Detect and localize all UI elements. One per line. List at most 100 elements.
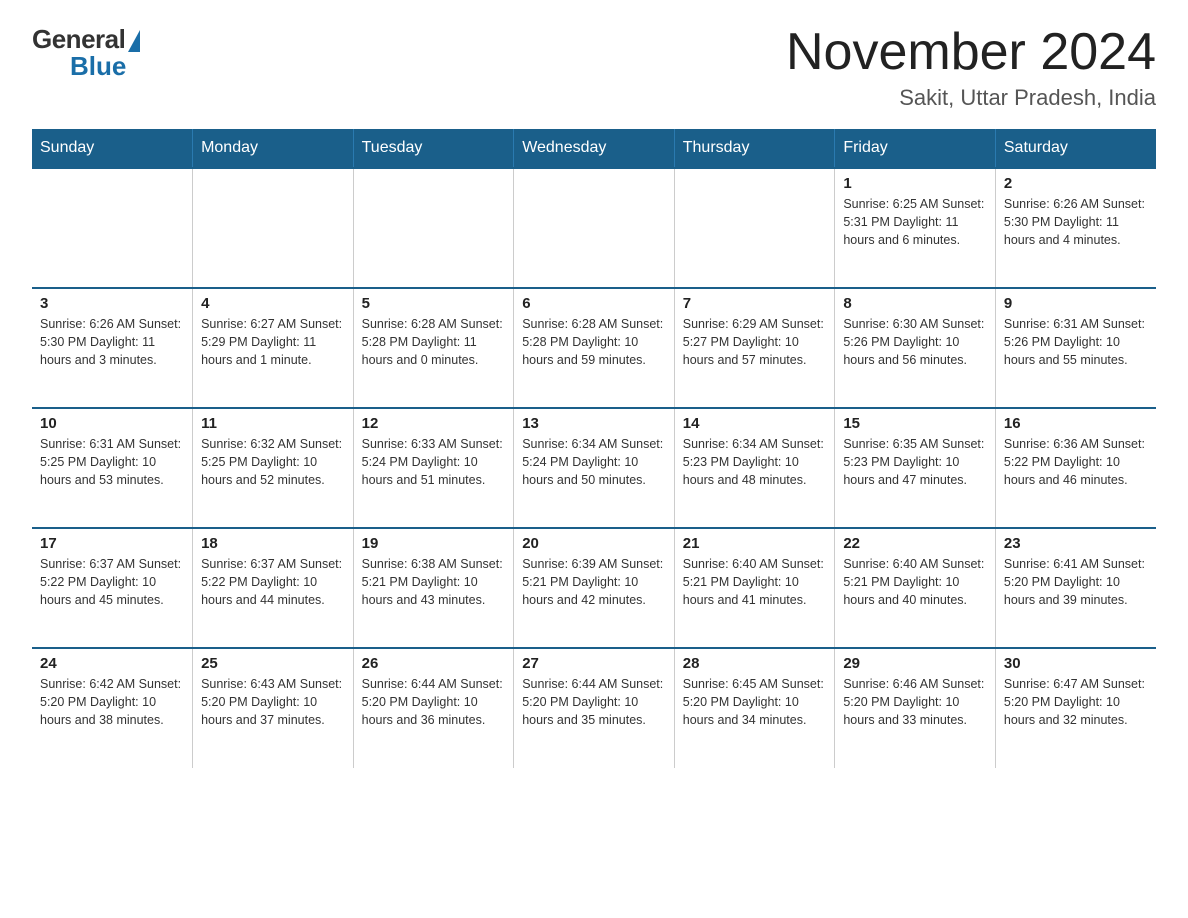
calendar-cell: 8 Sunrise: 6:30 AM Sunset: 5:26 PM Daylig… xyxy=(835,288,996,408)
day-info: Sunrise: 6:31 AM Sunset: 5:26 PM Dayligh… xyxy=(1004,315,1148,369)
day-info: Sunrise: 6:44 AM Sunset: 5:20 PM Dayligh… xyxy=(362,675,506,729)
day-info: Sunrise: 6:32 AM Sunset: 5:25 PM Dayligh… xyxy=(201,435,345,489)
day-number: 4 xyxy=(201,295,345,312)
calendar-cell xyxy=(353,168,514,288)
calendar-cell: 6 Sunrise: 6:28 AM Sunset: 5:28 PM Daylig… xyxy=(514,288,675,408)
day-info: Sunrise: 6:26 AM Sunset: 5:30 PM Dayligh… xyxy=(1004,195,1148,249)
day-number: 19 xyxy=(362,535,506,552)
day-info: Sunrise: 6:43 AM Sunset: 5:20 PM Dayligh… xyxy=(201,675,345,729)
calendar-cell: 2 Sunrise: 6:26 AM Sunset: 5:30 PM Daylig… xyxy=(995,168,1156,288)
day-number: 28 xyxy=(683,655,827,672)
calendar-table: SundayMondayTuesdayWednesdayThursdayFrid… xyxy=(32,129,1156,768)
day-number: 10 xyxy=(40,415,184,432)
calendar-header-row: SundayMondayTuesdayWednesdayThursdayFrid… xyxy=(32,129,1156,168)
header-tuesday: Tuesday xyxy=(353,129,514,168)
calendar-week-row: 1 Sunrise: 6:25 AM Sunset: 5:31 PM Daylig… xyxy=(32,168,1156,288)
calendar-cell: 13 Sunrise: 6:34 AM Sunset: 5:24 PM Dayli… xyxy=(514,408,675,528)
day-number: 20 xyxy=(522,535,666,552)
calendar-cell: 14 Sunrise: 6:34 AM Sunset: 5:23 PM Dayli… xyxy=(674,408,835,528)
day-info: Sunrise: 6:47 AM Sunset: 5:20 PM Dayligh… xyxy=(1004,675,1148,729)
day-number: 29 xyxy=(843,655,987,672)
header-saturday: Saturday xyxy=(995,129,1156,168)
day-info: Sunrise: 6:40 AM Sunset: 5:21 PM Dayligh… xyxy=(683,555,827,609)
month-year-title: November 2024 xyxy=(786,24,1156,81)
calendar-cell: 30 Sunrise: 6:47 AM Sunset: 5:20 PM Dayli… xyxy=(995,648,1156,768)
calendar-cell: 20Sunrise: 6:39 AM Sunset: 5:21 PM Dayli… xyxy=(514,528,675,648)
day-info: Sunrise: 6:45 AM Sunset: 5:20 PM Dayligh… xyxy=(683,675,827,729)
calendar-week-row: 17 Sunrise: 6:37 AM Sunset: 5:22 PM Dayli… xyxy=(32,528,1156,648)
day-number: 14 xyxy=(683,415,827,432)
day-info: Sunrise: 6:34 AM Sunset: 5:23 PM Dayligh… xyxy=(683,435,827,489)
title-block: November 2024 Sakit, Uttar Pradesh, Indi… xyxy=(786,24,1156,111)
day-number: 11 xyxy=(201,415,345,432)
day-info: Sunrise: 6:35 AM Sunset: 5:23 PM Dayligh… xyxy=(843,435,987,489)
day-info: Sunrise: 6:26 AM Sunset: 5:30 PM Dayligh… xyxy=(40,315,184,369)
day-number: 18 xyxy=(201,535,345,552)
day-info: Sunrise: 6:27 AM Sunset: 5:29 PM Dayligh… xyxy=(201,315,345,369)
calendar-cell: 26 Sunrise: 6:44 AM Sunset: 5:20 PM Dayli… xyxy=(353,648,514,768)
day-number: 8 xyxy=(843,295,987,312)
calendar-cell: 10Sunrise: 6:31 AM Sunset: 5:25 PM Dayli… xyxy=(32,408,193,528)
day-number: 7 xyxy=(683,295,827,312)
day-info: Sunrise: 6:28 AM Sunset: 5:28 PM Dayligh… xyxy=(362,315,506,369)
day-number: 5 xyxy=(362,295,506,312)
calendar-cell: 7Sunrise: 6:29 AM Sunset: 5:27 PM Daylig… xyxy=(674,288,835,408)
day-info: Sunrise: 6:46 AM Sunset: 5:20 PM Dayligh… xyxy=(843,675,987,729)
day-info: Sunrise: 6:25 AM Sunset: 5:31 PM Dayligh… xyxy=(843,195,987,249)
calendar-week-row: 3 Sunrise: 6:26 AM Sunset: 5:30 PM Daylig… xyxy=(32,288,1156,408)
calendar-cell xyxy=(674,168,835,288)
day-number: 15 xyxy=(843,415,987,432)
day-number: 9 xyxy=(1004,295,1148,312)
day-number: 21 xyxy=(683,535,827,552)
day-info: Sunrise: 6:34 AM Sunset: 5:24 PM Dayligh… xyxy=(522,435,666,489)
calendar-cell: 15 Sunrise: 6:35 AM Sunset: 5:23 PM Dayli… xyxy=(835,408,996,528)
header-thursday: Thursday xyxy=(674,129,835,168)
calendar-cell: 12Sunrise: 6:33 AM Sunset: 5:24 PM Dayli… xyxy=(353,408,514,528)
day-info: Sunrise: 6:44 AM Sunset: 5:20 PM Dayligh… xyxy=(522,675,666,729)
calendar-cell: 18 Sunrise: 6:37 AM Sunset: 5:22 PM Dayli… xyxy=(193,528,354,648)
header-sunday: Sunday xyxy=(32,129,193,168)
day-info: Sunrise: 6:36 AM Sunset: 5:22 PM Dayligh… xyxy=(1004,435,1148,489)
day-number: 22 xyxy=(843,535,987,552)
day-number: 24 xyxy=(40,655,184,672)
calendar-cell xyxy=(193,168,354,288)
day-info: Sunrise: 6:37 AM Sunset: 5:22 PM Dayligh… xyxy=(40,555,184,609)
calendar-cell: 19 Sunrise: 6:38 AM Sunset: 5:21 PM Dayli… xyxy=(353,528,514,648)
day-info: Sunrise: 6:38 AM Sunset: 5:21 PM Dayligh… xyxy=(362,555,506,609)
day-number: 16 xyxy=(1004,415,1148,432)
day-number: 3 xyxy=(40,295,184,312)
logo: General Blue xyxy=(32,24,140,82)
day-info: Sunrise: 6:30 AM Sunset: 5:26 PM Dayligh… xyxy=(843,315,987,369)
calendar-cell: 1 Sunrise: 6:25 AM Sunset: 5:31 PM Daylig… xyxy=(835,168,996,288)
calendar-cell: 24Sunrise: 6:42 AM Sunset: 5:20 PM Dayli… xyxy=(32,648,193,768)
calendar-cell: 23Sunrise: 6:41 AM Sunset: 5:20 PM Dayli… xyxy=(995,528,1156,648)
header-wednesday: Wednesday xyxy=(514,129,675,168)
day-number: 2 xyxy=(1004,175,1148,192)
day-info: Sunrise: 6:40 AM Sunset: 5:21 PM Dayligh… xyxy=(843,555,987,609)
calendar-cell: 16 Sunrise: 6:36 AM Sunset: 5:22 PM Dayli… xyxy=(995,408,1156,528)
calendar-week-row: 10Sunrise: 6:31 AM Sunset: 5:25 PM Dayli… xyxy=(32,408,1156,528)
calendar-cell: 5 Sunrise: 6:28 AM Sunset: 5:28 PM Daylig… xyxy=(353,288,514,408)
calendar-cell: 4 Sunrise: 6:27 AM Sunset: 5:29 PM Daylig… xyxy=(193,288,354,408)
calendar-cell: 25 Sunrise: 6:43 AM Sunset: 5:20 PM Dayli… xyxy=(193,648,354,768)
day-number: 26 xyxy=(362,655,506,672)
day-info: Sunrise: 6:37 AM Sunset: 5:22 PM Dayligh… xyxy=(201,555,345,609)
day-number: 6 xyxy=(522,295,666,312)
calendar-cell: 9 Sunrise: 6:31 AM Sunset: 5:26 PM Daylig… xyxy=(995,288,1156,408)
day-number: 17 xyxy=(40,535,184,552)
day-number: 27 xyxy=(522,655,666,672)
day-number: 12 xyxy=(362,415,506,432)
day-number: 1 xyxy=(843,175,987,192)
day-number: 30 xyxy=(1004,655,1148,672)
calendar-cell xyxy=(32,168,193,288)
day-info: Sunrise: 6:28 AM Sunset: 5:28 PM Dayligh… xyxy=(522,315,666,369)
calendar-cell: 22 Sunrise: 6:40 AM Sunset: 5:21 PM Dayli… xyxy=(835,528,996,648)
calendar-cell: 21 Sunrise: 6:40 AM Sunset: 5:21 PM Dayli… xyxy=(674,528,835,648)
day-number: 13 xyxy=(522,415,666,432)
calendar-cell: 28 Sunrise: 6:45 AM Sunset: 5:20 PM Dayli… xyxy=(674,648,835,768)
calendar-cell: 11 Sunrise: 6:32 AM Sunset: 5:25 PM Dayli… xyxy=(193,408,354,528)
calendar-week-row: 24Sunrise: 6:42 AM Sunset: 5:20 PM Dayli… xyxy=(32,648,1156,768)
calendar-cell: 27 Sunrise: 6:44 AM Sunset: 5:20 PM Dayli… xyxy=(514,648,675,768)
header-friday: Friday xyxy=(835,129,996,168)
day-number: 25 xyxy=(201,655,345,672)
